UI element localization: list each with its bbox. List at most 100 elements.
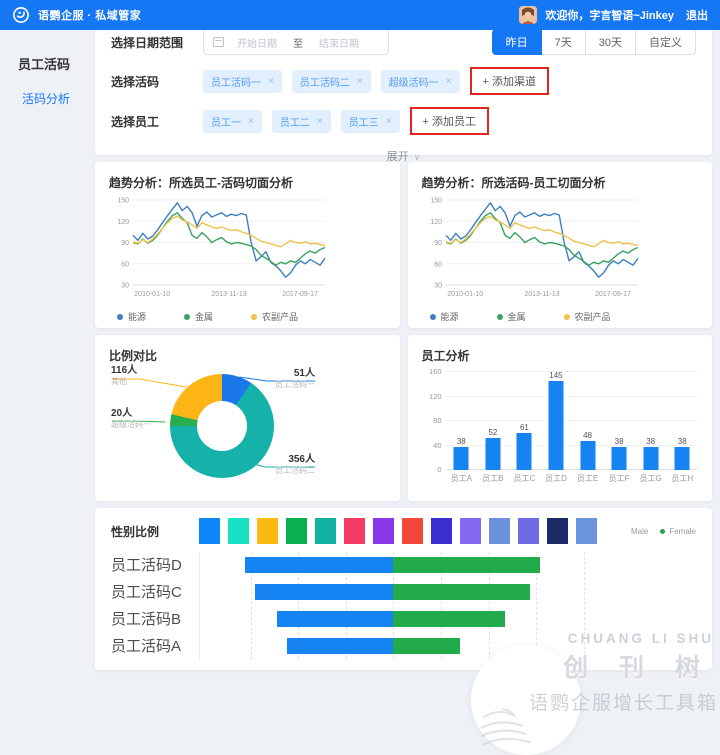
legend-item[interactable]: 农副产品 — [563, 310, 611, 323]
range-button-7d[interactable]: 7天 — [540, 29, 586, 55]
palette-swatch — [315, 518, 336, 544]
logout-link[interactable]: 退出 — [686, 7, 708, 23]
start-date-placeholder: 开始日期 — [237, 38, 277, 50]
palette-swatch — [373, 518, 394, 544]
gender-bar-row — [200, 552, 696, 579]
pie-value: 20人 — [111, 408, 133, 419]
palette-swatch — [576, 518, 597, 544]
legend-item[interactable]: 农副产品 — [251, 310, 298, 323]
tag-close-icon[interactable]: × — [268, 76, 274, 87]
trend-chart-card-staff: 趋势分析：所选员工-活码切面分析 30 60 90 120 150 2010-01-10 2… — [95, 162, 400, 328]
series-dot-icon — [429, 313, 436, 320]
legend-item[interactable]: Male — [631, 527, 648, 536]
female-bar[interactable] — [393, 584, 530, 600]
female-bar[interactable] — [393, 611, 506, 627]
staff-tag[interactable]: 员工三 × — [340, 109, 400, 133]
series-dot-icon — [184, 313, 191, 320]
x-tick-label: 员工E — [576, 474, 599, 483]
bar-value-label: 52 — [488, 428, 498, 438]
bar[interactable] — [674, 446, 690, 470]
legend-item[interactable]: 能源 — [117, 310, 146, 323]
sidebar: 员工活码 活码分析 — [0, 30, 95, 715]
tag-close-icon[interactable]: × — [357, 76, 363, 87]
palette-swatch — [489, 518, 510, 544]
tag-label: 员工一 — [211, 117, 241, 129]
female-bar[interactable] — [393, 557, 540, 573]
gender-bar-row — [200, 579, 696, 606]
tag-close-icon[interactable]: × — [386, 116, 392, 127]
line-chart: 30 60 90 120 150 2010-01-10 2013-11-13 2017-09-… — [117, 198, 326, 298]
chart-title: 性别比例 — [111, 524, 160, 539]
x-tick-label: 员工F — [608, 474, 630, 483]
range-button-30d[interactable]: 30天 — [584, 29, 636, 55]
range-button-yesterday[interactable]: 昨日 — [491, 29, 542, 55]
sidebar-item-code-analysis[interactable]: 活码分析 — [0, 90, 95, 107]
palette-swatch — [257, 518, 278, 544]
date-range-label: 选择日期范围 — [111, 35, 184, 50]
svg-text:120: 120 — [117, 219, 129, 226]
bar[interactable] — [548, 381, 564, 470]
tag-close-icon[interactable]: × — [317, 116, 323, 127]
svg-text:2013-11-13: 2013-11-13 — [211, 291, 246, 298]
date-range-input[interactable]: 开始日期 至 结束日期 — [203, 29, 389, 55]
male-bar[interactable] — [254, 584, 394, 600]
x-tick-label: 员工H — [671, 474, 694, 483]
leader-lines — [112, 376, 316, 468]
palette-swatch — [518, 518, 539, 544]
staff-tag[interactable]: 员工一 × — [203, 109, 262, 133]
add-staff-button[interactable]: + 添加员工 — [409, 107, 490, 135]
svg-text:60: 60 — [121, 261, 129, 268]
palette-swatch — [286, 518, 307, 544]
female-bar[interactable] — [393, 638, 461, 654]
range-button-group: 昨日 7天 30天 自定义 — [491, 29, 696, 55]
staff-analysis-card: 员工分析 0 40 80 120 160 38 52 61 145 48 38 38 38 员工A 员工B… — [407, 335, 712, 501]
code-select-label: 选择活码 — [111, 74, 160, 89]
pie-label: 116人 其他 — [111, 365, 137, 386]
svg-text:2017-09-17: 2017-09-17 — [282, 291, 318, 298]
code-tag[interactable]: 员工活码一 × — [203, 69, 282, 93]
code-tag[interactable]: 超级活码一 × — [380, 69, 460, 93]
legend-item[interactable]: 能源 — [429, 310, 459, 323]
bar[interactable] — [485, 438, 501, 470]
code-tag[interactable]: 员工活码二 × — [291, 69, 371, 93]
svg-text:60: 60 — [434, 261, 442, 268]
legend-item[interactable]: 金属 — [496, 310, 526, 323]
palette-swatch — [431, 518, 452, 544]
user-avatar[interactable] — [519, 6, 538, 24]
bar[interactable] — [516, 432, 532, 470]
staff-select-label: 选择员工 — [111, 114, 160, 129]
legend-item[interactable]: 金属 — [184, 310, 213, 323]
y-tick-label: 80 — [433, 416, 442, 425]
bar[interactable] — [453, 446, 469, 470]
row-label: 员工活码D — [111, 557, 182, 574]
y-tick-label: 40 — [433, 440, 442, 450]
series-dot-icon — [660, 528, 666, 534]
legend-item[interactable]: Female — [660, 527, 696, 536]
pie-value: 116人 — [111, 365, 138, 376]
svg-text:30: 30 — [121, 283, 129, 290]
series-dot-icon — [117, 313, 123, 320]
staff-tag[interactable]: 员工二 × — [271, 109, 331, 133]
tag-close-icon[interactable]: × — [446, 76, 452, 87]
bar[interactable] — [580, 440, 596, 470]
legend-label: Female — [669, 526, 696, 536]
add-channel-button[interactable]: + 添加渠道 — [469, 67, 550, 95]
male-bar[interactable] — [276, 611, 394, 627]
watermark-tagline: 语鹦企服增长工具箱 — [528, 693, 718, 714]
bar[interactable] — [611, 446, 627, 470]
svg-text:150: 150 — [117, 198, 129, 205]
tag-close-icon[interactable]: × — [248, 116, 254, 127]
sidebar-title: 员工活码 — [18, 57, 71, 72]
legend-label: Male — [630, 526, 649, 536]
legend-label: 能源 — [128, 312, 147, 322]
donut-chart: 51人 员工活码一 356人 员工活码二 20人 超级活码一 116人 其他 — [109, 365, 386, 490]
male-bar[interactable] — [286, 638, 394, 654]
range-button-custom[interactable]: 自定义 — [635, 29, 696, 55]
bar[interactable] — [643, 446, 659, 470]
male-bar[interactable] — [244, 557, 394, 573]
filter-panel: 选择日期范围 开始日期 至 结束日期 昨日 7天 30天 自定义 选择活码 员工… — [95, 15, 712, 163]
bar-value-label: 38 — [646, 436, 656, 446]
pie-category: 员工活码一 — [275, 379, 315, 389]
gender-bar-row — [200, 633, 696, 660]
watermark-waves-icon — [480, 708, 531, 746]
